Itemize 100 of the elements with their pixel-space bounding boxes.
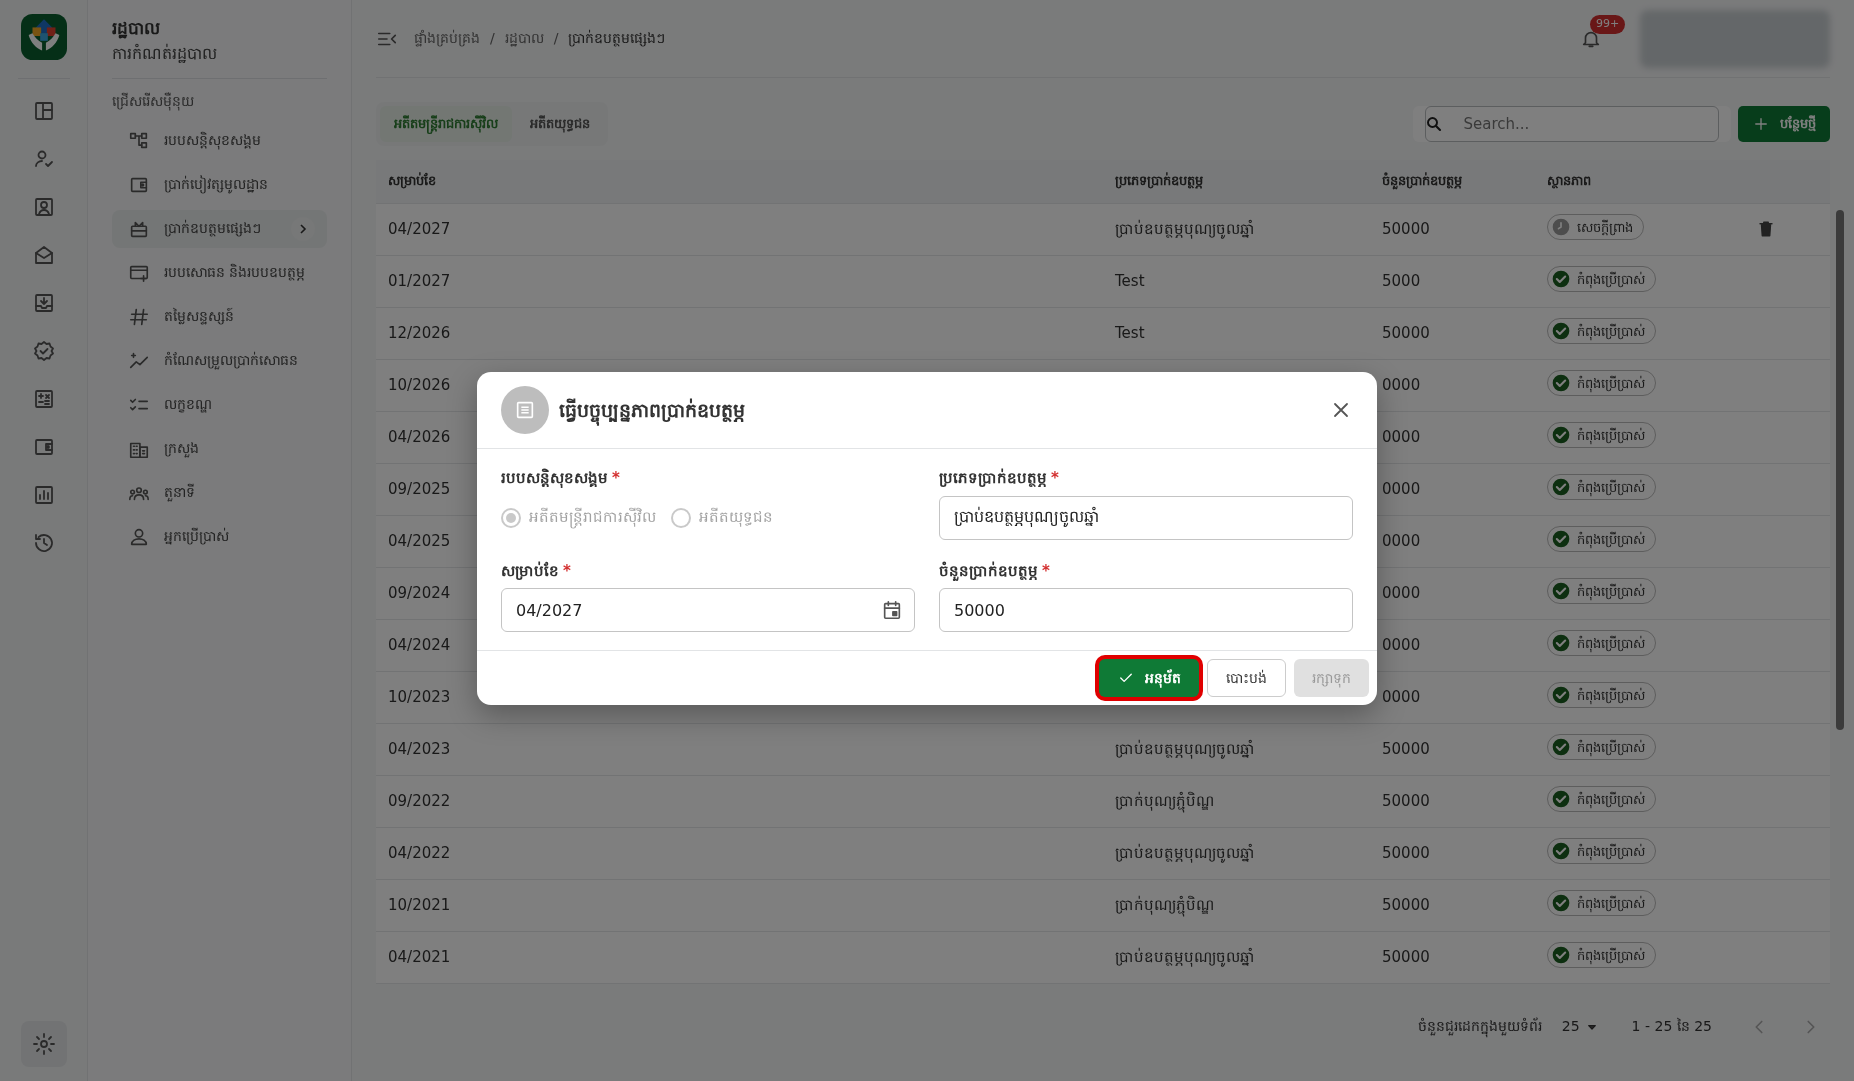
table-cell: 04/2026 — [388, 427, 451, 446]
table-cell: 0000 — [1382, 427, 1421, 446]
table-cell: Test — [1115, 271, 1145, 290]
scrollbar-thumb[interactable] — [1836, 209, 1844, 730]
table-cell: 0000 — [1382, 531, 1421, 550]
check-circle-icon — [1551, 893, 1571, 914]
sidebar-item[interactable]: លក្ខខណ្ឌ — [112, 385, 327, 424]
check-circle-icon — [1551, 633, 1571, 654]
trash-icon[interactable] — [1757, 220, 1775, 239]
menu-section-label: ជ្រើសរើសម៉ឺនុយ — [112, 91, 195, 112]
required-mark: * — [1051, 469, 1059, 487]
sidebar-item[interactable]: កំណែសម្រួលប្រាក់សោធន — [112, 341, 327, 380]
table-cell: 0000 — [1382, 687, 1421, 706]
breadcrumb-link[interactable]: ផ្ទាំងគ្រប់គ្រង — [414, 28, 480, 49]
table-cell: ប្រាប់ឧបត្ថម្ភបុណ្យចូលឆ្នាំ — [1115, 739, 1255, 758]
breadcrumb-separator: / — [553, 29, 559, 48]
column-header: សម្រាប់ខែ — [387, 171, 437, 191]
table-cell: Test — [1115, 323, 1145, 342]
table-cell: 50000 — [1382, 323, 1430, 342]
table-cell: 0000 — [1382, 635, 1421, 654]
section-title: រដ្ឋបាល — [112, 17, 161, 41]
breadcrumb-separator: / — [490, 29, 495, 48]
sidebar-item[interactable]: តម្លៃសន្ទស្សន៍ — [112, 297, 327, 336]
field-label: ចំនួនប្រាក់ឧបត្ថម្ភ — [939, 561, 1038, 580]
tab[interactable]: អតីតយុទ្ធជន — [516, 106, 604, 142]
field-label: សម្រាប់ខែ — [501, 561, 559, 580]
check-circle-icon — [1551, 841, 1571, 862]
tab[interactable]: អតីតមន្ត្រីរាជការស៊ីវិល — [380, 106, 512, 142]
check-circle-icon — [1551, 477, 1571, 498]
table-cell: ប្រាប់ឧបត្ថម្ភបុណ្យចូលឆ្នាំ — [1115, 843, 1255, 862]
required-mark: * — [1042, 561, 1050, 580]
check-circle-icon — [1551, 581, 1571, 602]
table-cell: 0000 — [1382, 479, 1421, 498]
table-cell: 5000 — [1382, 271, 1421, 290]
input-field[interactable]: 50000 — [939, 588, 1353, 632]
sidebar-item[interactable]: ក្រសួង — [112, 429, 327, 468]
table-cell: 50000 — [1382, 947, 1430, 966]
sidebar-item[interactable]: របបសន្តិសុខសង្គម — [112, 121, 327, 160]
column-header: ប្រភេទប្រាក់ឧបត្ថម្ភ — [1115, 171, 1204, 191]
table-cell: 04/2024 — [388, 635, 451, 654]
section-subtitle: ការកំណត់រដ្ឋបាល — [112, 42, 218, 65]
breadcrumb-current: ប្រាក់ឧបត្ថមផ្សេងៗ — [568, 28, 666, 49]
table-cell: 50000 — [1382, 219, 1430, 238]
dialog-title: ធ្វើបច្ចុប្បន្នភាពប្រាក់ឧបត្ថម្ភ — [559, 395, 745, 425]
sidebar-item[interactable]: ប្រាក់ឧបត្ថមផ្សេងៗ — [112, 209, 327, 248]
table-cell: 04/2027 — [388, 219, 451, 238]
cancel-button[interactable]: បោះបង់ — [1207, 659, 1286, 697]
table-cell: 10/2021 — [388, 895, 451, 914]
column-header: ចំនួនប្រាក់ឧបត្ថម្ភ — [1382, 171, 1463, 191]
required-mark: * — [612, 469, 620, 487]
calendar-icon[interactable] — [881, 599, 903, 621]
table-cell: 04/2023 — [388, 739, 451, 758]
notification-badge: 99+ — [1590, 15, 1626, 34]
badge-check-icon[interactable] — [31, 339, 56, 363]
table-cell: 09/2025 — [388, 479, 451, 498]
table-cell: 10/2026 — [388, 375, 451, 394]
clock-icon — [1551, 217, 1571, 238]
field-label: របបសន្តិសុខសង្គម — [501, 469, 608, 487]
table-cell: 12/2026 — [388, 323, 451, 342]
table-cell: 04/2025 — [388, 531, 451, 550]
table-cell: 50000 — [1382, 791, 1430, 810]
sidebar-item[interactable]: ប្រាក់បៀវត្សមូលដ្ឋាន — [112, 165, 327, 204]
check-circle-icon — [1551, 789, 1571, 810]
sidebar-item[interactable]: អ្នកប្រើប្រាស់ — [112, 517, 327, 556]
settings-icon — [31, 1032, 56, 1056]
table-cell: 10/2023 — [388, 687, 451, 706]
table-cell: 50000 — [1382, 895, 1430, 914]
check-circle-icon — [1551, 737, 1571, 758]
page-range: 1 - 25 នៃ 25 — [1631, 1017, 1712, 1036]
field-label: ប្រភេទប្រាក់ឧបត្ថម្ភ — [939, 469, 1047, 487]
settings-button[interactable] — [20, 1021, 67, 1067]
table-cell: 0000 — [1382, 583, 1421, 602]
check-circle-icon — [1551, 685, 1571, 706]
search-icon — [1424, 114, 1443, 133]
table-cell: 50000 — [1382, 843, 1430, 862]
table-cell: 09/2024 — [388, 583, 451, 602]
table-cell: 04/2022 — [388, 843, 451, 862]
app-logo — [20, 14, 67, 60]
check-circle-icon — [1551, 945, 1571, 966]
sidebar-item[interactable]: តួនាទី — [112, 473, 327, 512]
check-circle-icon — [1551, 373, 1571, 394]
input-field[interactable]: ប្រាប់ឧបត្ថម្ភបុណ្យចូលឆ្នាំ — [939, 495, 1353, 540]
check-circle-icon — [1551, 529, 1571, 550]
check-circle-icon — [1551, 321, 1571, 342]
table-cell: 04/2021 — [388, 947, 451, 966]
rows-per-page-select[interactable]: 25 — [1561, 1016, 1600, 1037]
add-new-button[interactable]: បន្ថែមថ្មី — [1738, 105, 1830, 142]
table-cell: 09/2022 — [388, 791, 451, 810]
date-field[interactable]: 04/2027 — [501, 588, 915, 632]
table-cell: 01/2027 — [388, 271, 451, 290]
rows-per-page-label: ចំនួនជួរដេកក្នុងមួយទំព័រ — [1417, 1016, 1542, 1037]
check-circle-icon — [1551, 425, 1571, 446]
check-circle-icon — [1551, 269, 1571, 290]
column-header: ស្ថានភាព — [1547, 172, 1592, 191]
sidebar-item[interactable]: របបសោធន និងរបបឧបត្ថម្ភ — [112, 253, 327, 292]
table-cell: 0000 — [1382, 375, 1421, 394]
breadcrumb-link[interactable]: រដ្ឋបាល — [504, 28, 544, 49]
search-field[interactable]: Search... — [1424, 105, 1719, 142]
table-cell: ប្រាប់ឧបត្ថម្ភបុណ្យចូលឆ្នាំ — [1115, 219, 1255, 238]
table-cell: 50000 — [1382, 739, 1430, 758]
